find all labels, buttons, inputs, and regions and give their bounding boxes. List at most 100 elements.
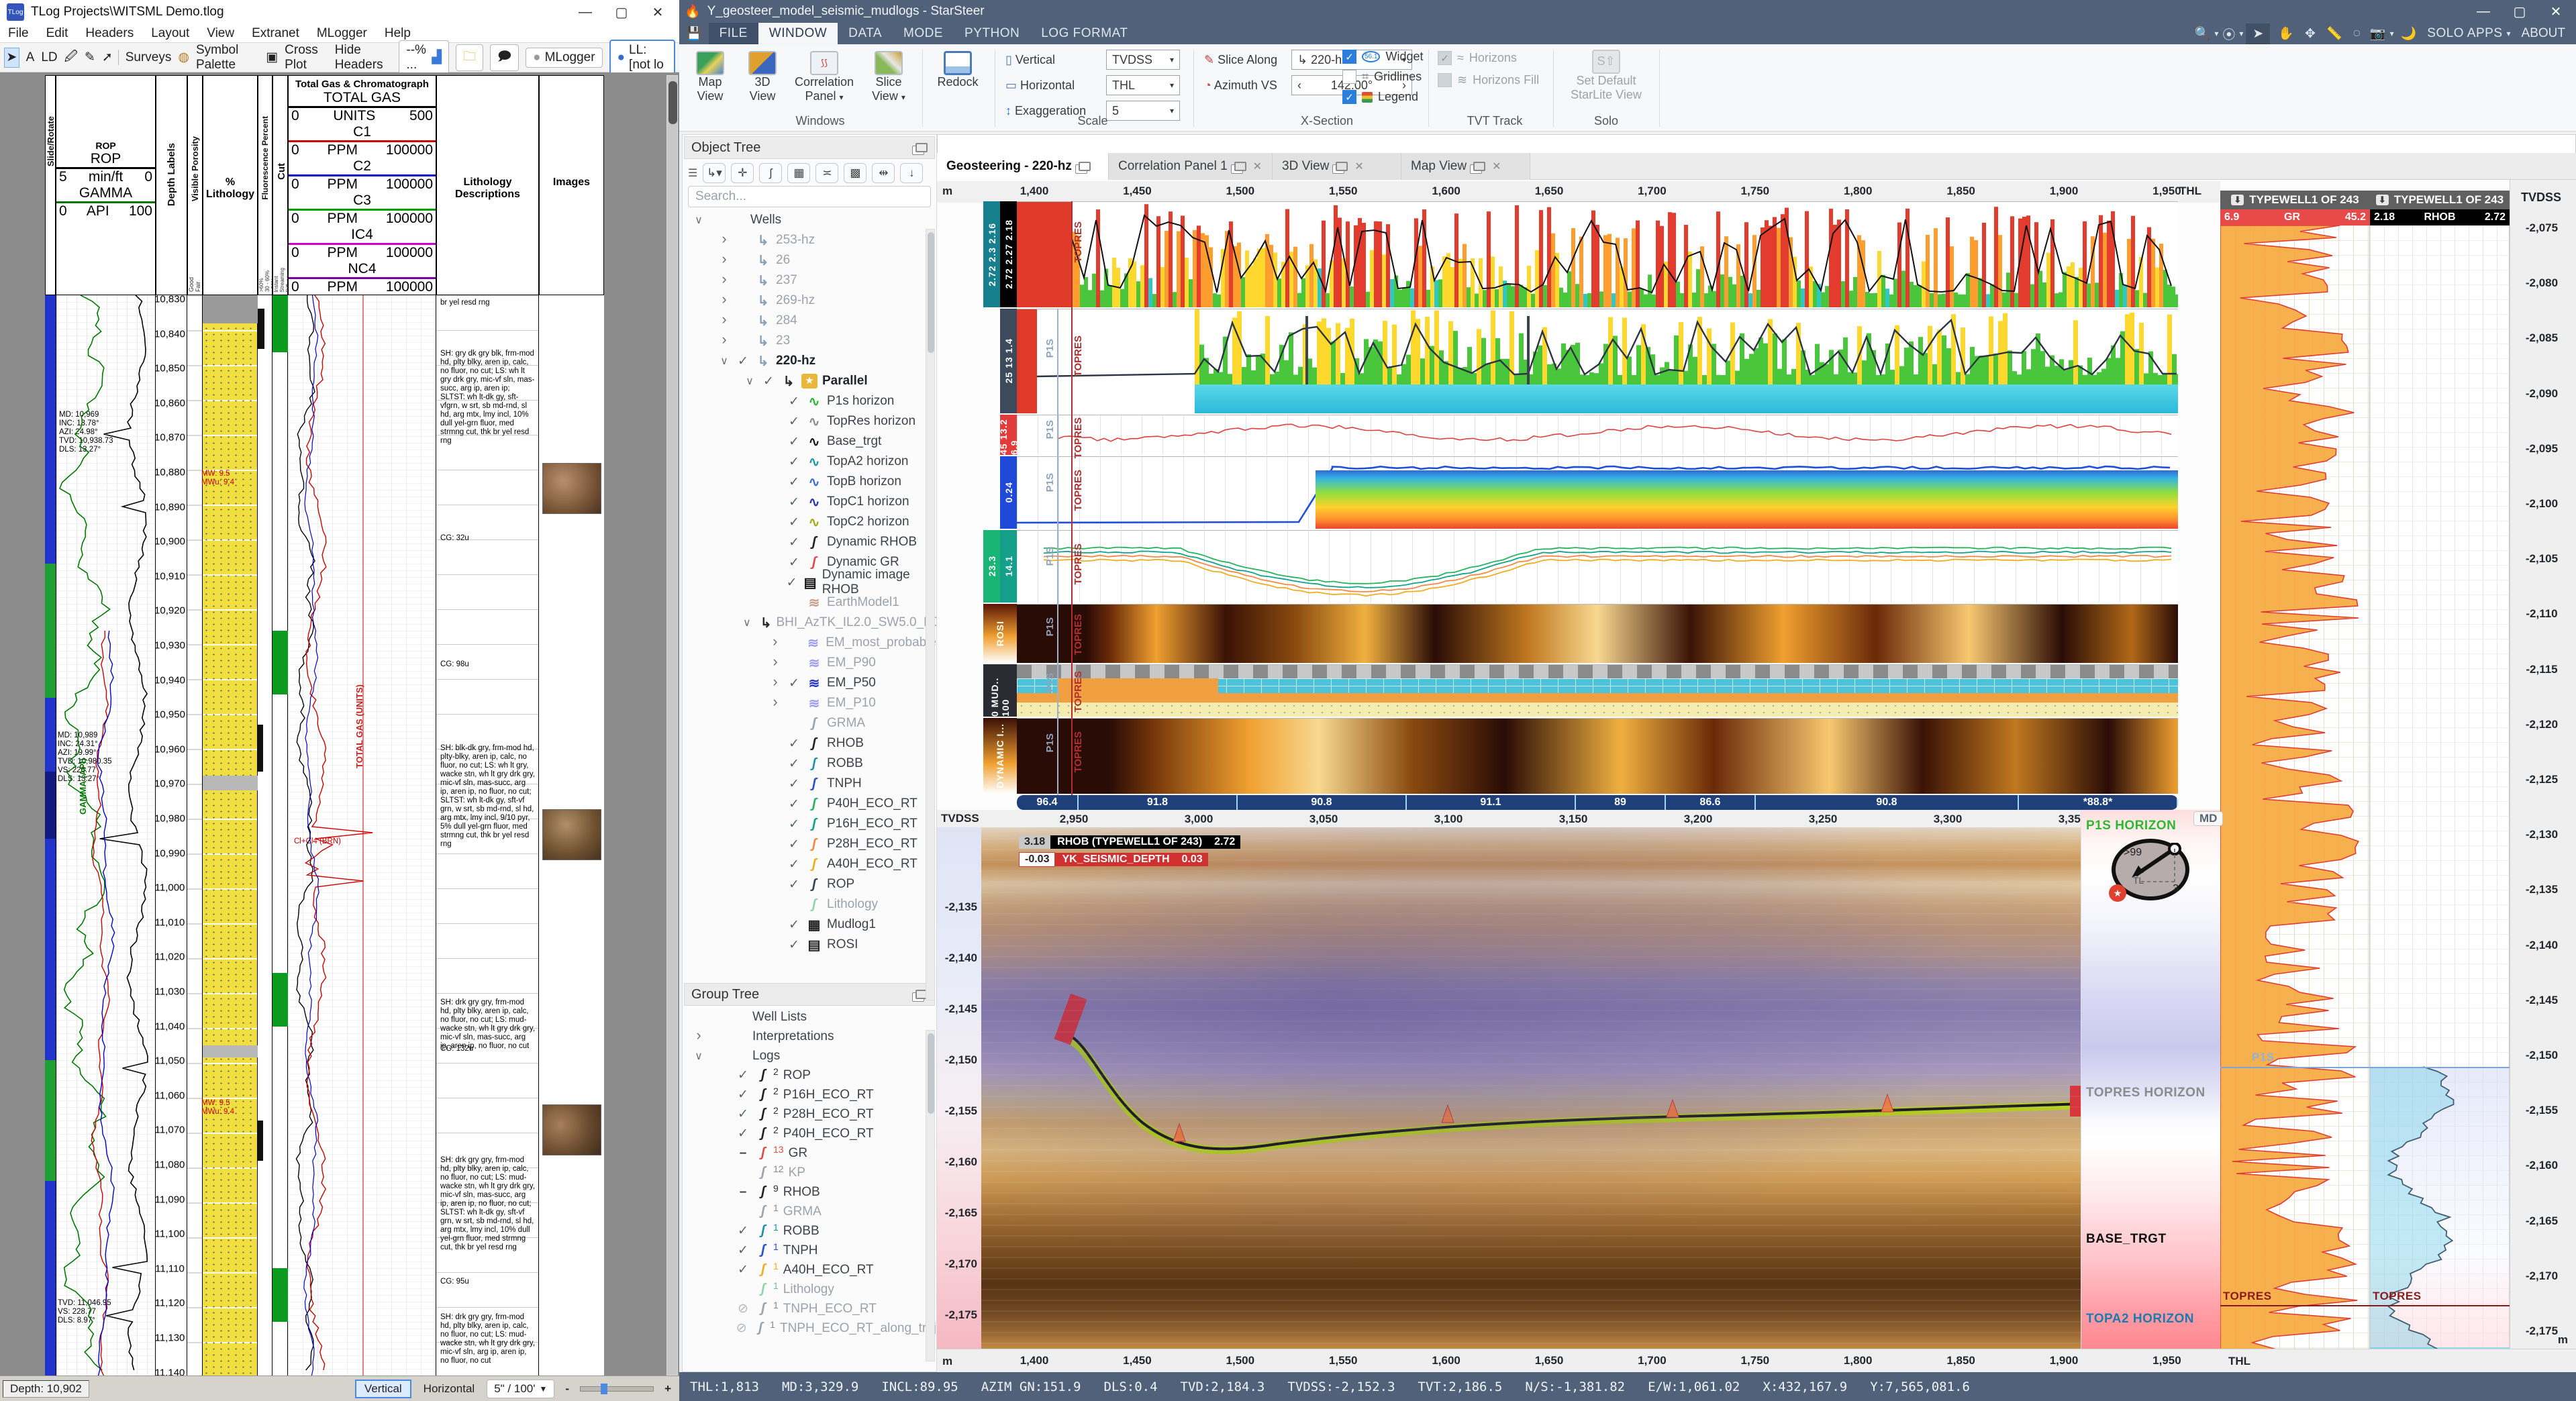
starsteer-menu-item[interactable]: LOG FORMAT xyxy=(1030,23,1138,44)
dark-mode-icon[interactable]: 🌙 xyxy=(2394,25,2424,42)
arrow-tool-icon[interactable]: ➚ xyxy=(102,50,119,65)
collapse-icon[interactable]: ⬇ xyxy=(2376,195,2389,205)
group-tree-row[interactable]: 1 Lithology xyxy=(683,1280,936,1299)
group-tree-row[interactable]: 1 TNPH xyxy=(683,1241,936,1260)
comment-button[interactable]: 🗩 xyxy=(490,44,519,71)
object-tree-row[interactable]: A40H_ECO_RT xyxy=(683,854,936,874)
group-tree-row[interactable]: 2 P28H_ECO_RT xyxy=(683,1104,936,1124)
quality-segment[interactable]: 91.8 xyxy=(1079,795,1238,810)
group-tree-row[interactable]: 1 ROBB xyxy=(683,1221,936,1241)
visibility-check-icon[interactable] xyxy=(787,756,801,772)
object-tree-row[interactable]: P16H_ECO_RT xyxy=(683,814,936,834)
expand-icon[interactable] xyxy=(692,1030,705,1043)
eco-rt-track[interactable] xyxy=(1017,530,2178,603)
visibility-check-icon[interactable] xyxy=(736,1106,750,1122)
set-default-starlite-button[interactable]: S⇧ Set Default StarLite View xyxy=(1563,50,1650,102)
object-tree-row[interactable]: P40H_ECO_RT xyxy=(683,794,936,814)
sort-button[interactable]: ↓ xyxy=(900,163,923,183)
object-tree-row[interactable]: EM_P50 xyxy=(683,673,936,693)
visibility-check-icon[interactable] xyxy=(787,454,801,470)
object-tree-row[interactable]: TNPH xyxy=(683,774,936,794)
object-tree-scrollbar[interactable] xyxy=(926,229,935,1000)
visibility-check-icon[interactable] xyxy=(736,1262,750,1278)
scale-select[interactable]: 5" / 100'▼ xyxy=(487,1380,554,1398)
pencil-tool-icon[interactable]: ✎ xyxy=(85,50,95,65)
expand-icon[interactable] xyxy=(717,294,731,307)
legend-checkbox[interactable]: ✓Legend xyxy=(1342,90,1424,104)
group-tree-row[interactable]: 2 ROP xyxy=(683,1066,936,1085)
gr-curve-track[interactable] xyxy=(1017,415,2178,455)
object-tree-row[interactable]: Dynamic RHOB xyxy=(683,532,936,552)
float-panel-icon[interactable] xyxy=(915,143,928,152)
dither-filter-button[interactable]: ▩ xyxy=(844,163,866,183)
zoom-in-button[interactable]: + xyxy=(659,1382,677,1396)
pan-tool-icon[interactable]: ✋ xyxy=(2273,25,2299,42)
visibility-check-icon[interactable] xyxy=(736,1146,750,1161)
visibility-check-icon[interactable] xyxy=(736,1185,750,1200)
object-tree-row[interactable]: 253-hz xyxy=(683,230,936,250)
visibility-check-icon[interactable] xyxy=(787,414,801,429)
visibility-check-icon[interactable] xyxy=(787,555,801,570)
visibility-check-icon[interactable] xyxy=(787,474,801,490)
object-tree-row[interactable]: 26 xyxy=(683,250,936,270)
object-tree-row[interactable]: Mudlog1 xyxy=(683,915,936,935)
visibility-check-icon[interactable] xyxy=(785,575,799,590)
visibility-check-icon[interactable] xyxy=(787,394,801,409)
vertical-mode-button[interactable]: Vertical xyxy=(355,1380,411,1398)
expand-icon[interactable] xyxy=(743,374,756,388)
typewell-rhob-header[interactable]: ⬇ TYPEWELL1 OF 243 xyxy=(2370,191,2510,209)
quality-segment[interactable]: 89 xyxy=(1576,795,1666,810)
expand-icon[interactable] xyxy=(717,314,731,327)
surveys-button[interactable]: Surveys xyxy=(126,50,172,65)
group-tree-row[interactable]: 1 TNPH_ECO_RT xyxy=(683,1299,936,1318)
filter-icon[interactable]: ☰ xyxy=(688,166,697,180)
correlation-panel-button[interactable]: ⟆⟆Correlation Panel ▾ xyxy=(793,51,855,103)
visibility-check-icon[interactable] xyxy=(736,354,750,369)
group-tree-scrollbar[interactable] xyxy=(926,1030,935,1361)
ruler-tool-icon[interactable]: 📏 xyxy=(2321,25,2348,42)
close-tab-icon[interactable]: ✕ xyxy=(1492,160,1501,173)
tnph-track[interactable] xyxy=(1017,456,2178,529)
gridlines-checkbox[interactable]: ⌗Gridlines xyxy=(1342,70,1424,84)
visibility-check-icon[interactable] xyxy=(787,736,801,751)
expand-icon[interactable] xyxy=(717,234,731,247)
tlog-menu-item[interactable]: File xyxy=(8,26,29,41)
visibility-check-icon[interactable] xyxy=(735,1320,748,1336)
object-tree-row[interactable]: Dynamic image RHOB xyxy=(683,572,936,592)
group-tree-header[interactable]: Group Tree xyxy=(684,983,935,1006)
save-icon[interactable]: 💾 xyxy=(679,25,709,42)
dynamic-rhob-track[interactable] xyxy=(1017,309,2178,413)
collapse-icon[interactable]: ⬇ xyxy=(2231,195,2244,205)
tlog-titlebar[interactable]: TLog TLog Projects\WITSML Demo.tlog — ▢ … xyxy=(0,0,679,24)
visibility-check-icon[interactable] xyxy=(787,515,801,530)
tlog-menu-item[interactable]: Edit xyxy=(46,26,68,41)
cross-plot-button[interactable]: Cross Plot xyxy=(285,43,328,72)
tab-geosteering[interactable]: Geosteering - 220-hz xyxy=(937,153,1109,180)
horizontal-mode-button[interactable]: Horizontal xyxy=(417,1381,482,1397)
object-tree-row[interactable]: ROSI xyxy=(683,935,936,955)
curves-filter-button[interactable]: ʃ xyxy=(759,163,782,183)
object-tree-row[interactable]: Wells xyxy=(683,210,936,230)
object-tree-row[interactable]: P28H_ECO_RT xyxy=(683,834,936,854)
map-view-button[interactable]: Map View xyxy=(689,51,732,103)
expand-icon[interactable] xyxy=(769,636,781,650)
object-tree-row[interactable]: 284 xyxy=(683,311,936,331)
group-tree-row[interactable]: 9 RHOB xyxy=(683,1182,936,1202)
expand-icon[interactable] xyxy=(717,354,731,368)
ll-button[interactable]: ●LL: [not lo xyxy=(609,40,675,76)
object-tree-row[interactable]: RHOB xyxy=(683,733,936,754)
image-filter-button[interactable]: ≍ xyxy=(815,163,838,183)
starsteer-close-button[interactable]: ✕ xyxy=(2541,1,2571,21)
object-tree-row[interactable]: EM_most_probable xyxy=(683,633,936,653)
quality-segment[interactable]: 91.1 xyxy=(1407,795,1576,810)
object-tree-row[interactable]: P1s horizon xyxy=(683,391,936,411)
group-tree-row[interactable]: 1 A40H_ECO_RT xyxy=(683,1260,936,1280)
horizons-checkbox[interactable]: ✓≈Horizons xyxy=(1438,51,1539,65)
tlog-menu-item[interactable]: MLogger xyxy=(317,26,367,41)
mudlog-filter-button[interactable]: ▦ xyxy=(787,163,810,183)
expand-icon[interactable] xyxy=(769,676,782,690)
object-tree-row[interactable]: EM_P90 xyxy=(683,653,936,673)
dynamic-image-rhob-track[interactable] xyxy=(1017,604,2178,663)
seismic-section[interactable] xyxy=(981,827,2151,1349)
symbol-palette-button[interactable]: Symbol Palette xyxy=(196,43,259,72)
